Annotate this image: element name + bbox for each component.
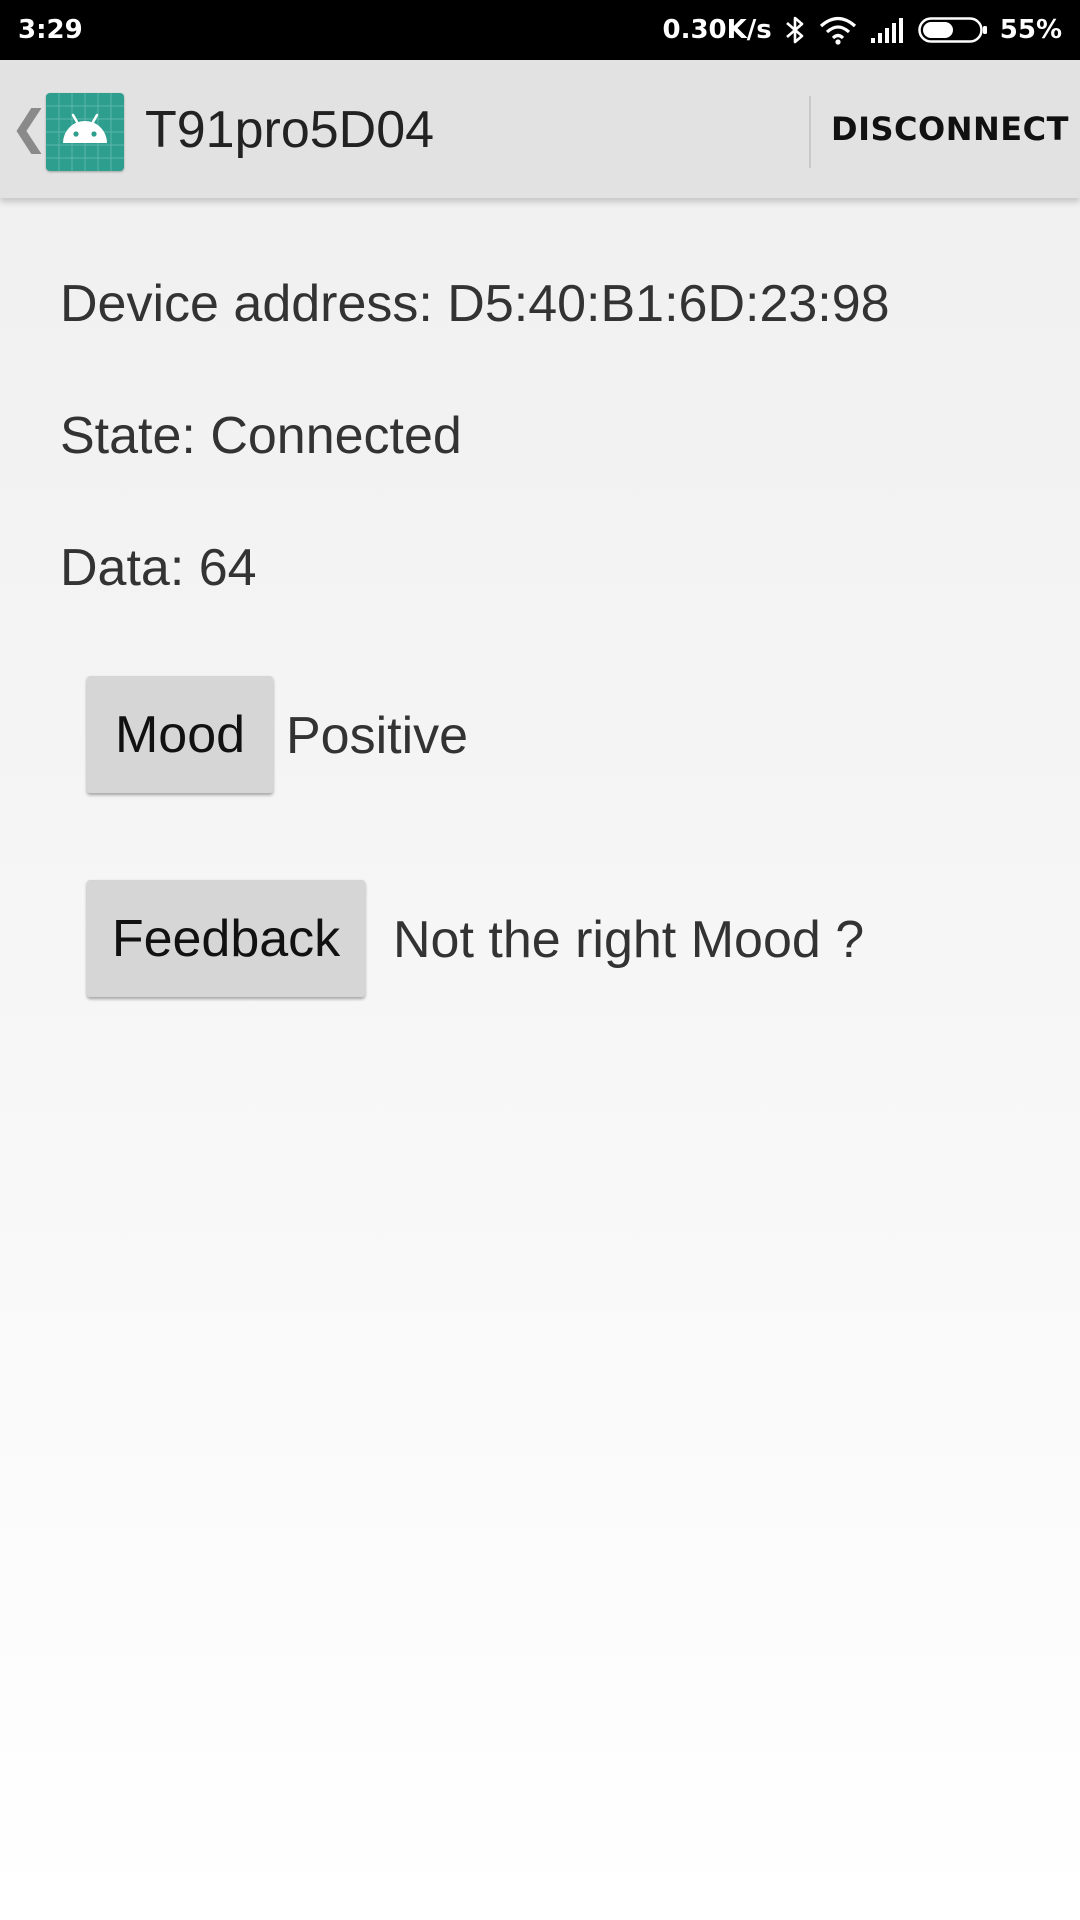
mood-button[interactable]: Mood	[87, 676, 273, 793]
mood-value: Positive	[286, 707, 469, 765]
app-bar: ❮ T91pro5D04 DISCONNECT	[0, 60, 1080, 198]
status-right-group: 0.30K/s 55%	[662, 14, 1062, 46]
status-bar: 3:29 0.30K/s 55%	[0, 0, 1080, 60]
app-title: T91pro5D04	[145, 101, 435, 159]
signal-icon	[870, 16, 906, 44]
battery-percent: 55%	[999, 15, 1062, 45]
feedback-button[interactable]: Feedback	[87, 880, 365, 997]
status-time: 3:29	[18, 15, 83, 45]
network-speed: 0.30K/s	[662, 15, 772, 45]
disconnect-button[interactable]: DISCONNECT	[820, 60, 1080, 198]
toolbar-divider	[809, 96, 811, 168]
android-app-icon[interactable]	[46, 93, 124, 171]
back-chevron-icon[interactable]: ❮	[10, 104, 49, 150]
feedback-prompt: Not the right Mood ?	[393, 911, 865, 969]
wifi-icon	[818, 15, 858, 45]
data-text: Data: 64	[60, 539, 257, 597]
state-text: State: Connected	[60, 407, 462, 465]
battery-icon	[918, 15, 988, 45]
bluetooth-icon	[784, 14, 806, 46]
device-address-text: Device address: D5:40:B1:6D:23:98	[60, 275, 890, 333]
